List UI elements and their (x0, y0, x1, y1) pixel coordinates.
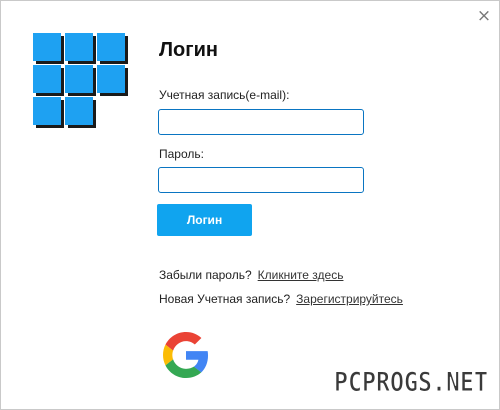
google-icon[interactable] (163, 332, 209, 378)
svg-text:PCPROGS.NET: PCPROGS.NET (334, 367, 488, 398)
forgot-password-text: Забыли пароль? (159, 268, 252, 282)
register-link[interactable]: Зарегистрируйтесь (296, 292, 403, 306)
forgot-password-link[interactable]: Кликните здесь (258, 268, 344, 282)
password-field[interactable] (158, 167, 364, 193)
login-button[interactable]: Логин (157, 204, 252, 236)
watermark-logo: PCPROGS.NET (334, 367, 489, 399)
page-title: Логин (159, 39, 218, 61)
email-field[interactable] (158, 109, 364, 135)
close-icon: × (476, 6, 492, 26)
login-window: × Логин Учетная запись(e-mail): Пароль: (0, 0, 500, 410)
close-button[interactable]: × (473, 5, 495, 27)
password-label: Пароль: (159, 147, 204, 161)
register-text: Новая Учетная запись? (159, 292, 291, 306)
forgot-password-row: Забыли пароль? Кликните здесь (159, 268, 343, 282)
app-logo-icon (33, 33, 128, 128)
email-label: Учетная запись(e-mail): (159, 88, 290, 102)
register-row: Новая Учетная запись? Зарегистрируйтесь (159, 292, 403, 306)
